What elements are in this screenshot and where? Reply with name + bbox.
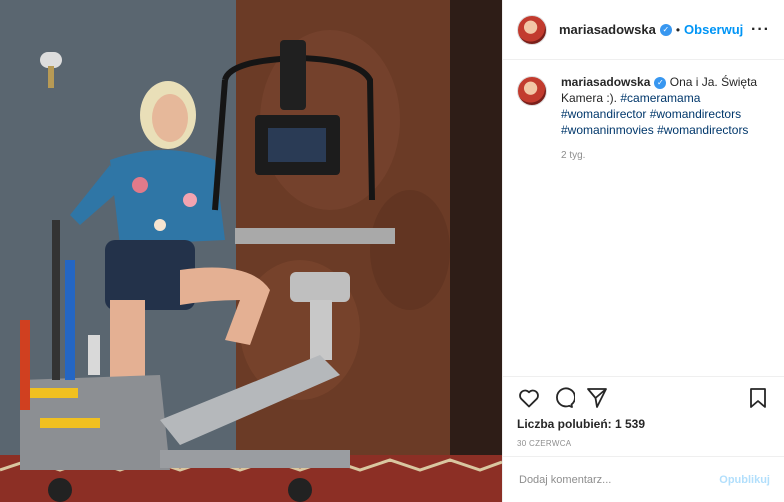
post-date[interactable]: 30 CZERWCA bbox=[517, 439, 770, 448]
separator-dot: • bbox=[675, 22, 681, 37]
post-side-panel: mariasadowska ✓ • Obserwuj ··· mariasado… bbox=[502, 0, 784, 502]
heart-icon[interactable] bbox=[517, 386, 541, 410]
add-comment-bar: Opublikuj bbox=[503, 456, 784, 502]
post-photo[interactable] bbox=[0, 0, 502, 502]
hashtag-link[interactable]: #womaninmovies bbox=[561, 123, 654, 137]
caption-comment: mariasadowska ✓ Ona i Ja. Święta Kamera :… bbox=[503, 60, 784, 178]
caption-verified-badge-icon: ✓ bbox=[654, 76, 667, 89]
avatar[interactable] bbox=[517, 14, 547, 45]
hashtag-link[interactable]: #womandirectors bbox=[657, 123, 748, 137]
hashtag-link[interactable]: #cameramama bbox=[620, 91, 700, 105]
photo-illustration bbox=[0, 0, 502, 502]
caption-text: mariasadowska ✓ Ona i Ja. Święta Kamera :… bbox=[561, 74, 761, 164]
action-icons-row bbox=[517, 385, 770, 411]
comment-bubble-icon[interactable] bbox=[551, 386, 575, 410]
paper-plane-icon[interactable] bbox=[585, 386, 609, 410]
publish-button[interactable]: Opublikuj bbox=[719, 474, 770, 486]
comment-input[interactable] bbox=[517, 472, 720, 487]
post-header: mariasadowska ✓ • Obserwuj ··· bbox=[503, 0, 784, 60]
likes-count[interactable]: Liczba polubień: 1 539 bbox=[517, 417, 770, 431]
more-options-icon[interactable]: ··· bbox=[751, 21, 770, 39]
bookmark-icon[interactable] bbox=[746, 386, 770, 410]
caption-username[interactable]: mariasadowska bbox=[561, 75, 650, 89]
username[interactable]: mariasadowska bbox=[559, 22, 656, 37]
hashtag-link[interactable]: #womandirectors bbox=[650, 107, 741, 121]
comment-timestamp[interactable]: 2 tyg. bbox=[561, 148, 761, 164]
hashtag-link[interactable]: #womandirector bbox=[561, 107, 646, 121]
caption-avatar[interactable] bbox=[517, 76, 547, 106]
verified-badge-icon: ✓ bbox=[659, 23, 672, 36]
follow-button[interactable]: Obserwuj bbox=[684, 22, 743, 37]
instagram-post-modal: mariasadowska ✓ • Obserwuj ··· mariasado… bbox=[0, 0, 784, 502]
